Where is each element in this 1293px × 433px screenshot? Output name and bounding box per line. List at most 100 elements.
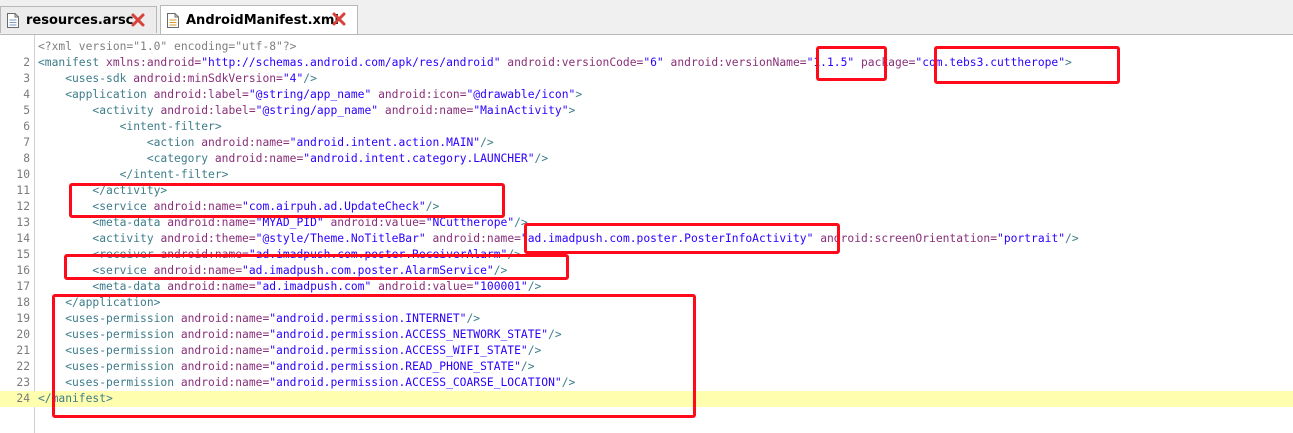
xml-file-icon xyxy=(167,12,179,28)
line-number: 19 xyxy=(16,312,30,325)
code-line[interactable]: 8 <category android:name="android.intent… xyxy=(0,151,1293,167)
line-number: 10 xyxy=(16,168,30,181)
annotation-box-package xyxy=(934,46,1120,84)
code-token: xmlns:android= xyxy=(106,56,202,69)
code-token: <intent-filter> xyxy=(38,120,222,133)
line-number: 24 xyxy=(16,392,30,405)
code-line[interactable]: 7 <action android:name="android.intent.a… xyxy=(0,135,1293,151)
code-token: <activity xyxy=(38,104,161,117)
code-token: "@drawable/icon" xyxy=(466,88,576,101)
line-number: 21 xyxy=(16,344,30,357)
line-number: 15 xyxy=(16,248,30,261)
line-number: 23 xyxy=(16,376,30,389)
code-line[interactable]: 10 </intent-filter> xyxy=(0,167,1293,183)
line-number: 11 xyxy=(16,184,30,197)
code-text: <uses-sdk android:minSdkVersion="4"/> xyxy=(38,71,317,87)
code-line[interactable]: 17 <meta-data android:name="ad.imadpush.… xyxy=(0,279,1293,295)
line-number: 2 xyxy=(23,56,30,69)
code-token: "@string/app_name" xyxy=(248,88,372,101)
code-token: android:name= xyxy=(378,104,474,117)
code-token: android:name= xyxy=(425,232,521,245)
line-number: 13 xyxy=(16,216,30,229)
annotation-box-permissions xyxy=(52,294,696,418)
code-token: <meta-data xyxy=(38,280,168,293)
line-number: 18 xyxy=(16,296,30,309)
code-token: /> xyxy=(303,72,317,85)
code-text: <meta-data android:name="ad.imadpush.com… xyxy=(38,279,541,295)
code-token: </intent-filter> xyxy=(38,168,229,181)
code-token: "100001" xyxy=(473,280,528,293)
code-text: <intent-filter> xyxy=(38,119,222,135)
code-token: android:versionCode= xyxy=(500,56,644,69)
code-token: "android.intent.action.MAIN" xyxy=(289,136,481,149)
code-token: > xyxy=(575,88,583,101)
close-icon[interactable] xyxy=(331,10,347,28)
code-text: </intent-filter> xyxy=(38,167,229,183)
code-token: "6" xyxy=(643,56,664,69)
line-number: 7 xyxy=(23,136,30,149)
code-line[interactable]: 6 <intent-filter> xyxy=(0,119,1293,135)
annotation-box-version-name xyxy=(816,46,887,81)
code-line[interactable]: 4 <application android:label="@string/ap… xyxy=(0,87,1293,103)
code-token: "4" xyxy=(282,72,304,85)
code-token: "@string/app_name" xyxy=(255,104,379,117)
code-token: android:screenOrientation= xyxy=(813,232,998,245)
file-icon xyxy=(7,12,19,28)
code-token: "@style/Theme.NoTitleBar" xyxy=(255,232,426,245)
line-number: 4 xyxy=(23,88,30,101)
code-text: <category android:name="android.intent.c… xyxy=(38,151,548,167)
code-token: android:minSdkVersion= xyxy=(133,72,283,85)
annotation-box-alarm-service xyxy=(64,254,569,280)
code-token: "http://schemas.android.com/apk/res/andr… xyxy=(201,56,501,69)
code-token: android:name= xyxy=(167,280,256,293)
code-token: android:name= xyxy=(201,136,290,149)
line-number: 14 xyxy=(16,232,30,245)
annotation-box-poster-activity xyxy=(524,223,840,254)
code-token: android:icon= xyxy=(371,88,467,101)
code-token: > xyxy=(568,104,576,117)
tab-label: resources.arsc xyxy=(26,12,134,28)
code-text: <activity android:label="@string/app_nam… xyxy=(38,103,575,119)
code-token: <uses-sdk xyxy=(38,72,134,85)
code-token: android:value= xyxy=(371,280,474,293)
code-token: <activity xyxy=(38,232,161,245)
code-token: <category xyxy=(38,152,215,165)
code-text: <action android:name="android.intent.act… xyxy=(38,135,494,151)
line-number: 17 xyxy=(16,280,30,293)
code-token: /> xyxy=(527,280,542,293)
code-token: /> xyxy=(480,136,494,149)
code-token: /> xyxy=(534,152,549,165)
line-number: 5 xyxy=(23,104,30,117)
code-token: android:versionName= xyxy=(663,56,807,69)
annotation-box-update-check-service xyxy=(69,183,505,218)
code-token: android:label= xyxy=(153,88,249,101)
line-number: 3 xyxy=(23,72,30,85)
code-token: <manifest xyxy=(38,56,107,69)
code-token: <action xyxy=(38,136,202,149)
code-line[interactable]: 5 <activity android:label="@string/app_n… xyxy=(0,103,1293,119)
code-token: "portrait" xyxy=(997,232,1066,245)
code-text: <?xml version="1.0" encoding="utf-8"?> xyxy=(38,39,296,55)
tab-label: AndroidManifest.xml xyxy=(186,12,339,28)
code-token: <?xml version="1.0" encoding="utf-8"?> xyxy=(38,40,297,53)
line-number: 12 xyxy=(16,200,30,213)
code-token: "ad.imadpush.com" xyxy=(255,280,372,293)
line-number: 6 xyxy=(23,120,30,133)
line-number: 16 xyxy=(16,264,30,277)
code-token: android:theme= xyxy=(160,232,256,245)
editor-tab-bar: resources.arsc AndroidManifest.xml xyxy=(0,0,1293,35)
code-token: /> xyxy=(1065,232,1079,245)
code-token: "MainActivity" xyxy=(473,104,569,117)
tab-androidmanifest-xml[interactable]: AndroidManifest.xml xyxy=(160,5,358,34)
tab-resources-arsc[interactable]: resources.arsc xyxy=(0,6,157,33)
code-token: android:name= xyxy=(214,152,304,165)
line-number: 20 xyxy=(16,328,30,341)
code-token: android:label= xyxy=(160,104,256,117)
code-token: "android.intent.category.LAUNCHER" xyxy=(303,152,535,165)
line-number: 8 xyxy=(23,152,30,165)
code-text: <manifest xmlns:android="http://schemas.… xyxy=(38,55,1072,71)
line-number: 22 xyxy=(16,360,30,373)
code-text: <application android:label="@string/app_… xyxy=(38,87,582,103)
close-icon[interactable] xyxy=(130,11,146,29)
code-token: <application xyxy=(38,88,154,101)
